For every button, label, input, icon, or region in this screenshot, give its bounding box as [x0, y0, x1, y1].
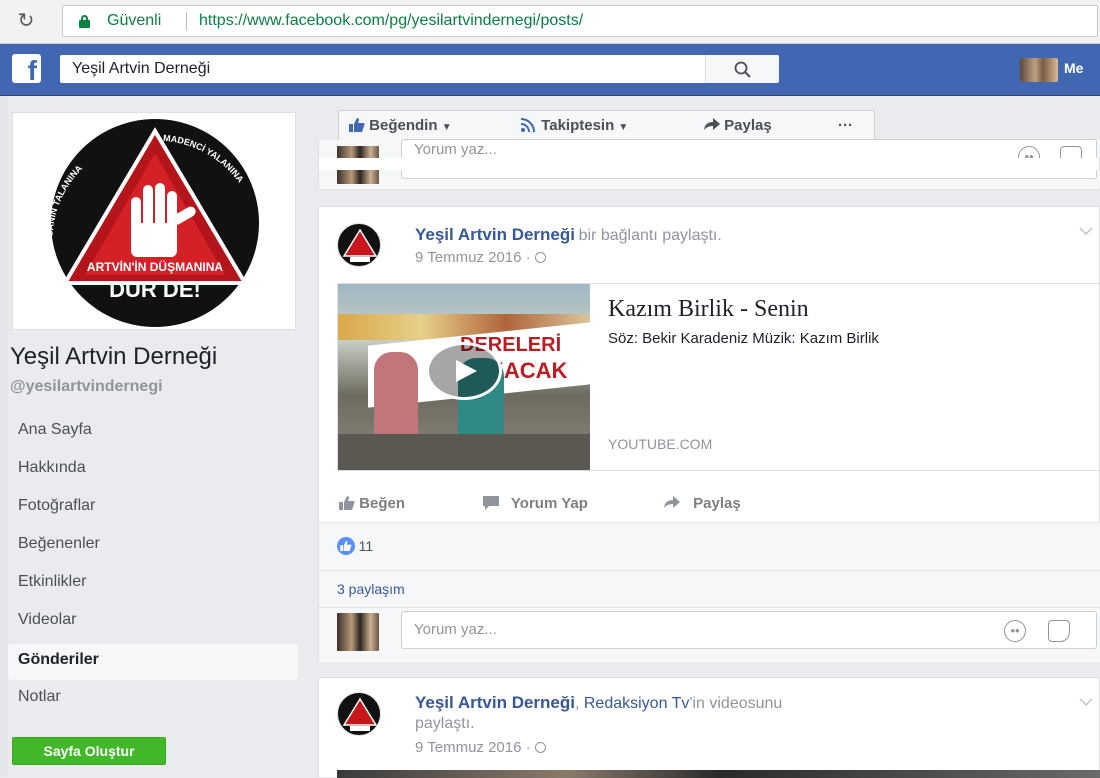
logo-line-1: ARTVİN'İN DÜŞMANINA — [87, 259, 224, 274]
nav-item-begenenler[interactable]: Beğenenler — [8, 528, 298, 564]
post-header: Yeşil Artvin Derneği bir bağlantı paylaş… — [415, 225, 1075, 245]
globe-icon — [534, 252, 546, 263]
like-count: 11 — [358, 538, 374, 554]
globe-icon — [534, 742, 546, 753]
facebook-header: f Yeşil Artvin Derneği Me — [0, 44, 1100, 96]
post-card-2: Yeşil Artvin Derneği, Redaksiyon Tv'in v… — [318, 677, 1100, 778]
share-count[interactable]: 3 paylaşım — [337, 581, 405, 597]
browser-toolbar: ↻ Güvenli https://www.facebook.com/pg/ye… — [0, 0, 1100, 44]
facebook-logo[interactable]: f — [12, 54, 41, 83]
share-page-label: Paylaş — [724, 117, 772, 134]
thumbs-up-icon — [349, 118, 365, 132]
post-action-text: bir bağlantı paylaştı. — [578, 227, 722, 244]
nav-item-gonderiler[interactable]: Gönderiler — [8, 644, 298, 680]
link-description: Söz: Bekir Karadeniz Müzik: Kazım Birlik — [608, 330, 879, 347]
nav-item-hakkinda[interactable]: Hakkında — [8, 452, 298, 488]
reactions-area: 11 3 paylaşım Yorum yaz... •• — [319, 523, 1100, 662]
chevron-down-icon: ▼ — [618, 122, 629, 133]
smiley-icon[interactable]: •• — [1004, 620, 1026, 642]
share-page-button[interactable]: Paylaş — [688, 110, 818, 142]
like-count-row[interactable]: 11 — [337, 537, 373, 555]
user-name[interactable]: Me — [1064, 60, 1083, 76]
following-button[interactable]: Takiptesin ▼ — [511, 110, 689, 142]
link-preview[interactable]: DERELERİ KACAK Kazım Birlik - Senin Söz:… — [337, 283, 1100, 471]
address-bar[interactable]: Güvenli https://www.facebook.com/pg/yesi… — [62, 5, 1098, 37]
nav-item-notlar[interactable]: Notlar — [8, 681, 298, 717]
post-header: Yeşil Artvin Derneği, Redaksiyon Tv'in v… — [415, 692, 975, 715]
nav-item-etkinlikler[interactable]: Etkinlikler — [8, 566, 298, 602]
liked-button[interactable]: Beğendin ▼ — [338, 110, 512, 142]
like-reaction-icon — [337, 537, 355, 555]
rss-icon — [520, 118, 535, 133]
like-button[interactable]: Beğen — [339, 487, 405, 521]
share-arrow-icon — [664, 496, 680, 508]
post-date[interactable]: 9 Temmuz 2016 · — [415, 249, 531, 266]
post-date-row: 9 Temmuz 2016 · — [415, 739, 546, 756]
profile-picture[interactable]: DOĞANIN TALANINA MADENCİ YALANINA ARTVİN… — [12, 112, 296, 330]
share-arrow-icon — [704, 118, 720, 130]
search-input[interactable]: Yeşil Artvin Derneği — [60, 55, 778, 83]
post-author-avatar[interactable] — [337, 223, 381, 267]
share-button[interactable]: Paylaş — [663, 487, 741, 521]
lock-icon — [79, 15, 90, 28]
more-button[interactable]: ··· — [817, 110, 875, 142]
post-author-name[interactable]: Yeşil Artvin Derneği — [415, 225, 575, 244]
comment-icon — [483, 496, 499, 510]
post-action-suffix: 'in videosunu — [689, 695, 783, 712]
share-label: Paylaş — [693, 495, 741, 512]
page-name[interactable]: Yeşil Artvin Derneği — [10, 343, 217, 371]
comment-input[interactable]: Yorum yaz... •• — [401, 611, 1097, 649]
post-author-avatar[interactable] — [337, 692, 381, 736]
sticker-icon[interactable] — [1048, 620, 1070, 642]
comment-button[interactable]: Yorum Yap — [483, 487, 588, 521]
secure-label: Güvenli — [107, 12, 162, 29]
post-card-1: Yeşil Artvin Derneği bir bağlantı paylaş… — [318, 206, 1100, 662]
link-domain: YOUTUBE.COM — [608, 436, 713, 452]
address-divider — [186, 12, 187, 31]
link-title[interactable]: Kazım Birlik - Senin — [608, 296, 809, 323]
nav-item-fotograflar[interactable]: Fotoğraflar — [8, 490, 298, 526]
commenter-avatar — [337, 613, 379, 651]
page-handle[interactable]: @yesilartvindernegi — [10, 378, 163, 396]
shared-source-link[interactable]: Redaksiyon Tv — [584, 695, 690, 712]
user-avatar[interactable] — [1020, 58, 1058, 82]
chevron-down-icon: ▼ — [441, 122, 452, 133]
following-label: Takiptesin — [541, 117, 615, 134]
search-value: Yeşil Artvin Derneği — [72, 60, 211, 77]
chevron-down-icon[interactable] — [1079, 227, 1093, 236]
post-author-name[interactable]: Yeşil Artvin Derneği — [415, 693, 575, 712]
reload-icon[interactable]: ↻ — [14, 9, 38, 33]
comment-placeholder: Yorum yaz... — [414, 141, 497, 158]
nav-item-ana-sayfa[interactable]: Ana Sayfa — [8, 414, 298, 450]
play-icon[interactable] — [426, 342, 502, 400]
post-actions: Beğen Yorum Yap Paylaş — [319, 487, 1100, 523]
logo-line-2: DUR DE! — [109, 277, 201, 302]
previous-post-edge — [318, 158, 1100, 170]
chevron-down-icon[interactable] — [1079, 698, 1093, 707]
url-text[interactable]: https://www.facebook.com/pg/yesilartvind… — [199, 12, 583, 30]
like-label: Beğen — [359, 495, 406, 512]
page-logo: DOĞANIN TALANINA MADENCİ YALANINA ARTVİN… — [43, 119, 259, 327]
left-edge — [0, 96, 8, 777]
post-date-row: 9 Temmuz 2016 · — [415, 249, 546, 266]
post-action-prefix: , — [574, 695, 584, 712]
comment-placeholder: Yorum yaz... — [414, 621, 497, 638]
search-icon — [734, 61, 751, 78]
post-date[interactable]: 9 Temmuz 2016 · — [415, 739, 531, 756]
comment-label: Yorum Yap — [510, 495, 588, 512]
post-action-line2: paylaştı. — [415, 715, 475, 732]
search-button[interactable] — [705, 55, 779, 83]
nav-item-videolar[interactable]: Videolar — [8, 604, 298, 640]
liked-label: Beğendin — [369, 117, 438, 134]
video-thumbnail[interactable]: DERELERİ KACAK — [338, 284, 590, 470]
create-page-button[interactable]: Sayfa Oluştur — [12, 737, 166, 765]
thumbs-up-icon — [339, 496, 355, 510]
